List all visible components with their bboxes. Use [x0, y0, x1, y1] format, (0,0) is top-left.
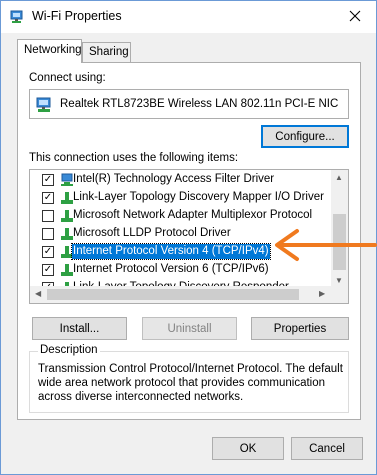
window-title: Wi-Fi Properties [32, 9, 122, 23]
list-item[interactable]: Microsoft Network Adapter Multiplexor Pr… [30, 207, 330, 225]
adapter-name: Realtek RTL8723BE Wireless LAN 802.11n P… [60, 98, 339, 110]
tab-networking[interactable]: Networking [17, 39, 82, 63]
list-item[interactable]: ✓ Internet Protocol Version 6 (TCP/IPv6) [30, 261, 330, 279]
network-adapter-icon [10, 10, 23, 23]
configure-button[interactable]: Configure... [261, 125, 349, 148]
checkbox-unchecked[interactable] [42, 228, 54, 240]
item-label: Internet Protocol Version 6 (TCP/IPv6) [73, 263, 269, 275]
title-bar[interactable]: Wi-Fi Properties [1, 1, 376, 33]
item-label: Microsoft LLDP Protocol Driver [73, 227, 231, 239]
scroll-up-icon[interactable]: ▲ [335, 173, 343, 182]
uninstall-button[interactable]: Uninstall [142, 317, 237, 340]
item-label: Internet Protocol Version 4 (TCP/IPv4) [71, 243, 271, 260]
checkbox-unchecked[interactable] [42, 210, 54, 222]
uninstall-button-label: Uninstall [167, 322, 212, 335]
description-text: Transmission Control Protocol/Internet P… [38, 363, 343, 403]
tab-sharing[interactable]: Sharing [82, 42, 131, 62]
item-label: Microsoft Network Adapter Multiplexor Pr… [73, 209, 313, 221]
list-item[interactable]: ✓ Link-Layer Topology Discovery Mapper I… [30, 189, 330, 207]
wifi-properties-window: Wi-Fi Properties Networking Sharing Conn… [0, 0, 377, 475]
close-icon [349, 10, 361, 22]
cancel-button-label: Cancel [309, 442, 345, 455]
checkbox-checked[interactable]: ✓ [42, 246, 54, 258]
properties-button[interactable]: Properties [251, 317, 349, 340]
ok-button[interactable]: OK [212, 437, 284, 460]
checkbox-checked[interactable]: ✓ [42, 264, 54, 276]
tab-sharing-label: Sharing [89, 46, 129, 58]
adapter-box: Realtek RTL8723BE Wireless LAN 802.11n P… [29, 89, 349, 119]
configure-button-label: Configure... [275, 130, 335, 143]
scroll-right-icon[interactable]: ▶ [319, 289, 325, 298]
cancel-button[interactable]: Cancel [291, 437, 363, 460]
checkbox-checked[interactable]: ✓ [42, 192, 54, 204]
properties-button-label: Properties [273, 322, 327, 335]
install-button[interactable]: Install... [32, 317, 127, 340]
nic-icon [36, 97, 51, 112]
horizontal-scroll-thumb[interactable] [47, 289, 299, 300]
connect-using-label: Connect using: [29, 72, 106, 84]
horizontal-scrollbar[interactable]: ◀ ▶ [30, 286, 348, 303]
items-label: This connection uses the following items… [29, 152, 239, 164]
tab-networking-label: Networking [24, 44, 82, 56]
checkbox-checked[interactable]: ✓ [42, 174, 54, 186]
install-button-label: Install... [59, 322, 100, 335]
description-group: Description Transmission Control Protoco… [29, 344, 349, 413]
scroll-left-icon[interactable]: ◀ [35, 289, 41, 298]
ok-button-label: OK [239, 442, 257, 455]
item-label: Intel(R) Technology Access Filter Driver [73, 173, 275, 185]
scroll-down-icon[interactable]: ▼ [335, 276, 343, 285]
item-label: Link-Layer Topology Discovery Mapper I/O… [73, 191, 324, 203]
list-item[interactable]: ✓ Intel(R) Technology Access Filter Driv… [30, 171, 330, 189]
description-title: Description [38, 344, 100, 356]
annotation-arrow-icon [275, 229, 377, 261]
close-button[interactable] [334, 1, 376, 31]
